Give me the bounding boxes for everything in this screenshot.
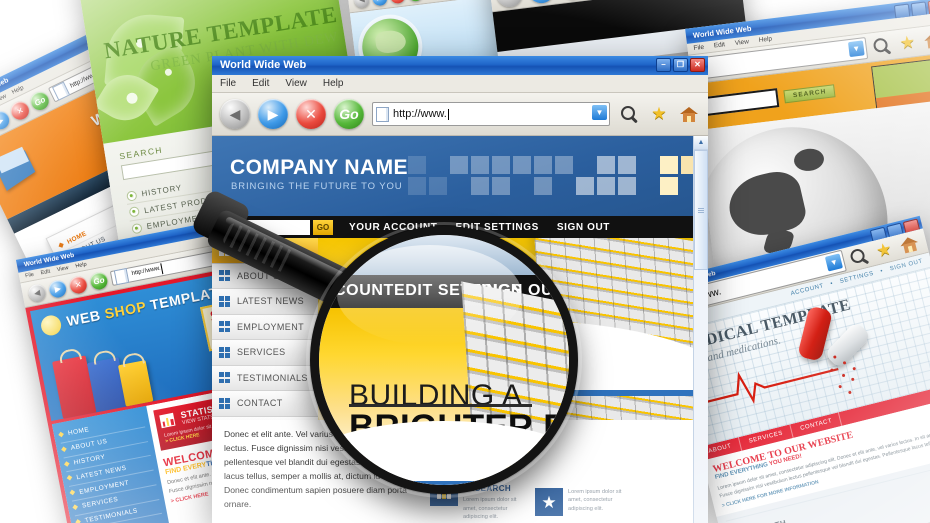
menu-view[interactable]: View [285, 78, 307, 89]
menubar[interactable]: File Edit View Help [212, 75, 708, 93]
back-icon[interactable]: ◀ [220, 99, 250, 129]
menu-help[interactable]: Help [758, 35, 772, 44]
shop-heading-a: WEB [65, 306, 107, 330]
menu-help[interactable]: Help [323, 78, 344, 89]
back-icon[interactable]: ◀ [27, 282, 48, 303]
menu-edit[interactable]: Edit [252, 78, 269, 89]
company-tagline: BRINGING THE FUTURE TO YOU [231, 181, 403, 192]
menu-edit[interactable]: Edit [713, 41, 725, 49]
window-title: World Wide Web [220, 59, 307, 71]
page-icon [113, 267, 130, 285]
favorites-icon[interactable]: ★ [871, 237, 898, 264]
window-buttons[interactable]: – ❐ ✕ [656, 58, 705, 72]
magnifying-glass[interactable]: COUNT EDIT SETTINGS SIGN OUT BUILDING A … [306, 222, 582, 498]
page-icon [51, 81, 71, 101]
grid-icon [219, 372, 230, 384]
grid-icon [219, 346, 230, 358]
grid-icon [219, 270, 230, 282]
search-icon[interactable] [845, 243, 872, 270]
sidebar-item-label: TESTIMONIALS [237, 372, 308, 383]
menu-help[interactable]: Help [75, 262, 87, 270]
menu-edit[interactable]: Edit [40, 269, 50, 277]
go-icon[interactable]: Go [334, 99, 364, 129]
grid-icon [219, 295, 230, 307]
stop-icon[interactable]: ✕ [68, 274, 89, 295]
sidebar-item-label: EMPLOYMENT [237, 321, 305, 332]
magnified-content: COUNT EDIT SETTINGS SIGN OUT BUILDING A … [319, 235, 569, 485]
magnified-wave [319, 421, 569, 482]
grid-icon [219, 397, 230, 409]
menu-file[interactable]: File [220, 78, 236, 89]
address-bar[interactable]: http://www. ▼ [372, 102, 610, 126]
sidebar-item-testimonials[interactable]: TESTIMONIALS [212, 365, 318, 391]
sidebar-item-services[interactable]: SERVICES [212, 340, 318, 366]
chevron-down-icon[interactable]: ▼ [592, 105, 607, 120]
forward-icon[interactable]: ▶ [47, 278, 68, 299]
stop-icon[interactable]: ✕ [389, 0, 406, 4]
url-text: http://www. [131, 265, 162, 278]
continent-greenland [792, 147, 826, 173]
stop-icon[interactable]: ✕ [296, 99, 326, 129]
chevron-down-icon[interactable]: ▼ [824, 253, 844, 272]
shop-heading-b: SHOP [103, 298, 148, 322]
sidebar-item-contact[interactable]: CONTACT [212, 391, 318, 417]
decorative-squares [408, 156, 699, 195]
url-text: http://www. [393, 108, 447, 120]
home-icon[interactable] [678, 103, 700, 125]
favorites-icon[interactable]: ★ [895, 31, 920, 56]
menu-file[interactable]: File [693, 44, 704, 52]
back-icon[interactable]: ◀ [353, 0, 371, 9]
continent-north-america [723, 166, 809, 242]
forward-icon[interactable]: ▶ [371, 0, 389, 6]
menu-view[interactable]: View [56, 265, 69, 273]
home-icon[interactable] [921, 28, 930, 53]
vertical-scrollbar[interactable]: ▲ [693, 136, 708, 523]
text-caret [447, 108, 449, 120]
company-name: COMPANY NAME [230, 156, 408, 179]
favorites-icon[interactable]: ★ [648, 103, 670, 125]
magnified-hero: BUILDING A BRIGHTER FUTURE [319, 280, 569, 485]
go-icon[interactable]: Go [407, 0, 424, 2]
health-label: HEALTH [752, 518, 787, 523]
forward-icon[interactable]: ▶ [258, 99, 288, 129]
go-icon[interactable]: Go [88, 270, 109, 291]
envelope-icon [0, 150, 36, 191]
titlebar: World Wide Web – ❐ ✕ [212, 56, 708, 75]
search-input[interactable] [699, 87, 780, 117]
sidebar-item-label: LATEST NEWS [237, 296, 305, 307]
chevron-down-icon[interactable]: ▼ [847, 40, 865, 58]
minimize-icon[interactable]: – [656, 58, 671, 72]
home-icon[interactable] [896, 231, 923, 258]
maximize-icon[interactable]: ❐ [673, 58, 688, 72]
magnifier-lens: COUNT EDIT SETTINGS SIGN OUT BUILDING A … [310, 226, 578, 494]
search-button[interactable]: SEARCH [783, 83, 836, 103]
bullet-icon: • [829, 280, 834, 288]
sidebar-item-label: CONTACT [237, 398, 283, 409]
magnified-link-account: COUNT [334, 282, 394, 300]
close-icon[interactable]: ✕ [690, 58, 705, 72]
scene: World Wide Web File Edit View Help ◀ ▶ ✕… [0, 0, 930, 523]
bullet-icon: • [879, 268, 884, 275]
go-icon[interactable]: Go [27, 88, 52, 114]
feature-body: Lorem ipsum dolor sit amet, consectetur … [463, 497, 517, 520]
sidebar-item-label: SERVICES [237, 347, 286, 358]
bullet-icon [39, 313, 63, 338]
magnified-divider [349, 404, 532, 408]
page-icon [376, 106, 389, 122]
grid-icon [219, 321, 230, 333]
magnified-sky [319, 235, 569, 275]
scroll-up-icon[interactable]: ▲ [694, 136, 708, 150]
sidebar-item-latest-news[interactable]: LATEST NEWS [212, 289, 318, 315]
bar-chart-icon [159, 412, 176, 429]
search-icon[interactable] [869, 34, 894, 59]
menu-view[interactable]: View [735, 38, 750, 47]
search-icon[interactable] [618, 103, 640, 125]
sidebar-item-employment[interactable]: EMPLOYMENT [212, 314, 318, 340]
site-brand-banner: COMPANY NAME BRINGING THE FUTURE TO YOU [212, 136, 708, 216]
stop-icon[interactable]: ✕ [7, 98, 33, 123]
toolbar[interactable]: ◀ ▶ ✕ Go http://www. ▼ ★ [212, 93, 708, 136]
scrollbar-thumb[interactable] [694, 150, 708, 270]
menu-file[interactable]: File [25, 272, 35, 280]
back-icon[interactable]: ◀ [494, 0, 524, 9]
